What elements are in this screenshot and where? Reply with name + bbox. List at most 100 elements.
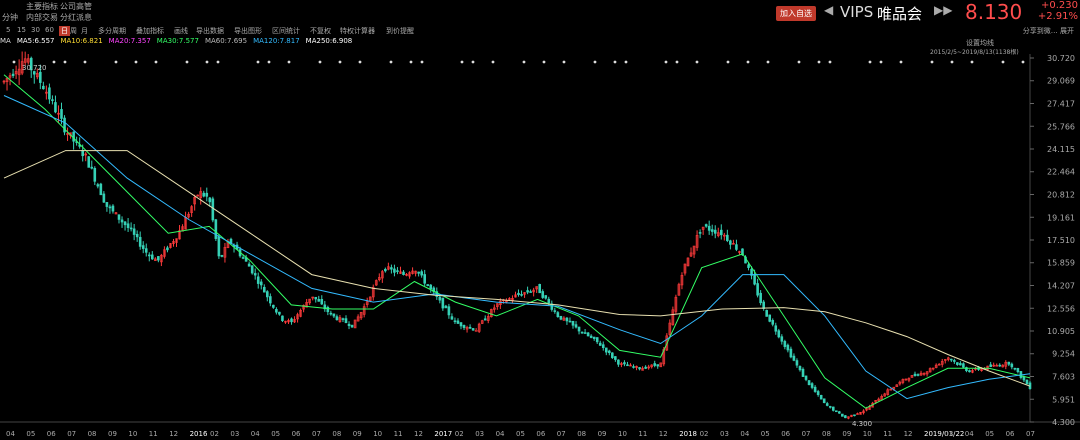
candle-body-178 — [541, 291, 545, 298]
candle-body-29 — [90, 166, 94, 169]
candle-body-152 — [462, 325, 466, 328]
candle-body-261 — [792, 355, 796, 361]
candle-body-208 — [632, 366, 635, 368]
period-tab-0[interactable]: 5 — [6, 26, 10, 34]
link-executives[interactable]: 公司高管 — [60, 1, 94, 12]
candle-body-316 — [959, 363, 962, 366]
triangle-left-icon[interactable]: ◀ — [824, 3, 833, 17]
tool-8[interactable]: 到价提醒 — [386, 26, 414, 36]
candle-body-112 — [341, 318, 345, 320]
x-tick-label-13: 05 — [271, 430, 280, 438]
price-chart[interactable]: 30.720 29.069 27.417 25.766 24.115 22.464 20.8… — [0, 0, 1080, 440]
tool-4[interactable]: 导出图形 — [234, 26, 262, 36]
candle-body-234 — [710, 229, 714, 232]
candle-body-31 — [96, 184, 100, 187]
event-marker-42 — [726, 60, 730, 64]
triangle-right-icon[interactable]: ▶▶ — [934, 3, 952, 17]
candle-body-79 — [241, 257, 245, 259]
candle-body-159 — [483, 318, 487, 321]
period-tab-6[interactable]: 月 — [81, 26, 88, 36]
x-tick-label-24: 04 — [496, 430, 505, 438]
y-tick-label-7: 19.161 — [1047, 213, 1075, 222]
candle-body-138 — [420, 271, 423, 276]
ma-label: MA — [0, 37, 11, 45]
candle-body-33 — [102, 193, 106, 203]
candle-body-19 — [60, 109, 63, 119]
candle-body-195 — [592, 336, 596, 339]
ma-legend-item-6: MA250:6.908 — [305, 37, 353, 45]
link-main-indicators[interactable]: 主要指标 — [26, 1, 60, 12]
candle-body-333 — [1010, 363, 1014, 368]
candle-body-92 — [281, 315, 284, 321]
candle-body-72 — [220, 255, 224, 257]
period-tab-5[interactable]: 周 — [70, 26, 77, 36]
candle-body-171 — [520, 294, 523, 296]
candle-body-150 — [456, 320, 460, 324]
event-marker-30 — [522, 60, 526, 64]
tool-3[interactable]: 导出数据 — [196, 26, 224, 36]
candle-body-36 — [111, 205, 115, 212]
tool-7[interactable]: 特权计算器 — [340, 26, 375, 36]
x-tick-label-25: 05 — [516, 430, 525, 438]
event-marker-34 — [593, 60, 597, 64]
event-marker-46 — [797, 60, 801, 64]
link-insider-trades[interactable]: 内部交易 — [26, 12, 60, 23]
period-tab-4[interactable]: 日 — [59, 26, 70, 36]
candle-body-88 — [269, 296, 272, 304]
candle-body-71 — [217, 236, 221, 257]
candle-body-265 — [804, 375, 808, 380]
candle-body-182 — [553, 310, 557, 312]
ma-legend-item-2: MA20:7.357 — [108, 37, 151, 45]
candle-body-108 — [329, 312, 333, 315]
candle-body-110 — [335, 316, 339, 321]
candle-body-45 — [138, 236, 142, 247]
x-tick-label-32: 12 — [659, 430, 668, 438]
period-tab-2[interactable]: 30 — [31, 26, 40, 34]
candle-body-140 — [426, 284, 430, 286]
candle-body-86 — [262, 286, 266, 293]
share-expand[interactable]: 分享到微… 展开 — [1023, 26, 1074, 36]
period-tab-1[interactable]: 15 — [17, 26, 26, 34]
candle-body-230 — [698, 232, 702, 234]
candle-body-128 — [390, 267, 393, 270]
candle-body-276 — [838, 411, 841, 414]
event-marker-36 — [624, 60, 628, 64]
candle-body-199 — [604, 347, 608, 353]
candle-body-126 — [384, 268, 387, 272]
x-tick-label-2: 06 — [47, 430, 56, 438]
tool-5[interactable]: 区间统计 — [272, 26, 300, 36]
y-tick-label-10: 14.207 — [1047, 282, 1075, 291]
minute-tab[interactable]: 分钟 — [2, 12, 18, 23]
y-tick-label-8: 17.510 — [1047, 236, 1075, 245]
candle-body-242 — [735, 244, 738, 250]
event-marker-24 — [420, 60, 424, 64]
x-tick-label-12: 04 — [251, 430, 260, 438]
candle-body-196 — [595, 337, 599, 343]
candle-body-191 — [580, 331, 584, 334]
tool-6[interactable]: 不复权 — [310, 26, 331, 36]
x-tick-label-43: 11 — [883, 430, 892, 438]
candle-body-232 — [704, 224, 708, 227]
event-marker-4 — [83, 60, 87, 64]
event-marker-38 — [664, 60, 668, 64]
event-marker-2 — [52, 60, 56, 64]
event-marker-28 — [491, 60, 495, 64]
y-tick-label-14: 7.603 — [1052, 372, 1075, 381]
candle-body-212 — [644, 366, 647, 369]
tool-0[interactable]: 多分周期 — [98, 26, 126, 36]
candle-body-188 — [571, 320, 575, 326]
add-watchlist-button[interactable]: 加入自选 — [776, 6, 816, 21]
candle-body-23 — [72, 131, 75, 142]
event-marker-56 — [970, 60, 974, 64]
event-marker-39 — [675, 60, 679, 64]
tool-2[interactable]: 画线 — [174, 26, 188, 36]
event-marker-27 — [471, 60, 475, 64]
event-marker-12 — [216, 60, 220, 64]
candle-body-68 — [208, 197, 212, 203]
candle-body-257 — [780, 336, 784, 342]
event-marker-48 — [828, 60, 832, 64]
candle-body-47 — [144, 248, 148, 253]
period-tab-3[interactable]: 60 — [45, 26, 54, 34]
tool-1[interactable]: 叠加指标 — [136, 26, 164, 36]
link-dividends[interactable]: 分红派息 — [60, 12, 94, 23]
